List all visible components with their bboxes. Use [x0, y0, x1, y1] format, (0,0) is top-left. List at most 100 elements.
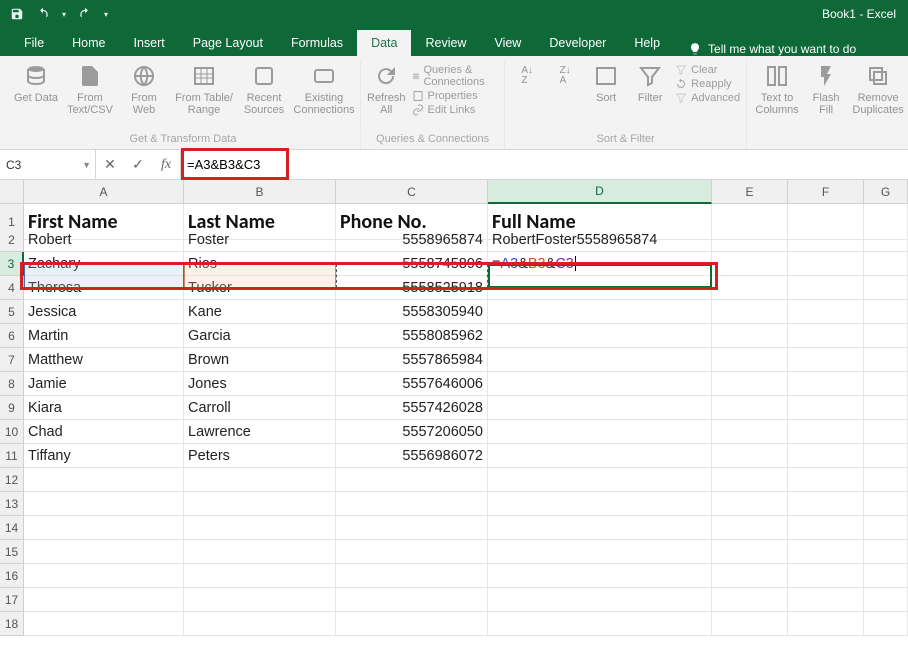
cell-e5[interactable]	[712, 300, 788, 324]
cell-d8[interactable]	[488, 372, 712, 396]
cell-a10[interactable]: Chad	[24, 420, 184, 444]
row-header-4[interactable]: 4	[0, 276, 24, 300]
row-header-14[interactable]: 14	[0, 516, 24, 540]
cell-c9[interactable]: 5557426028	[336, 396, 488, 420]
cell-g15[interactable]	[864, 540, 908, 564]
cell-d5[interactable]	[488, 300, 712, 324]
cell-a7[interactable]: Matthew	[24, 348, 184, 372]
cell-g16[interactable]	[864, 564, 908, 588]
cell-a3[interactable]: Zachary	[24, 252, 184, 276]
cell-a4[interactable]: Theresa	[24, 276, 184, 300]
enter-formula-button[interactable]: ✓	[124, 150, 152, 179]
formula-bar-input[interactable]	[187, 157, 902, 172]
cell-g14[interactable]	[864, 516, 908, 540]
cell-b9[interactable]: Carroll	[184, 396, 336, 420]
tab-insert[interactable]: Insert	[120, 30, 179, 56]
tab-page-layout[interactable]: Page Layout	[179, 30, 277, 56]
recent-sources-button[interactable]: Recent Sources	[240, 62, 288, 116]
qat-more[interactable]: ▾	[100, 3, 112, 25]
cell-c2[interactable]: 5558965874	[336, 228, 488, 252]
cell-g13[interactable]	[864, 492, 908, 516]
cell-d11[interactable]	[488, 444, 712, 468]
cell-f13[interactable]	[788, 492, 864, 516]
cell-c3[interactable]: 5558745896	[336, 252, 488, 276]
cell-e17[interactable]	[712, 588, 788, 612]
cell-c8[interactable]: 5557646006	[336, 372, 488, 396]
tab-review[interactable]: Review	[411, 30, 480, 56]
cell-d14[interactable]	[488, 516, 712, 540]
cell-e10[interactable]	[712, 420, 788, 444]
cell-c17[interactable]	[336, 588, 488, 612]
cell-f3[interactable]	[788, 252, 864, 276]
cell-b13[interactable]	[184, 492, 336, 516]
tab-data[interactable]: Data	[357, 30, 411, 56]
cell-d12[interactable]	[488, 468, 712, 492]
cell-f11[interactable]	[788, 444, 864, 468]
cell-g3[interactable]	[864, 252, 908, 276]
cell-e12[interactable]	[712, 468, 788, 492]
cell-c18[interactable]	[336, 612, 488, 636]
col-header-g[interactable]: G	[864, 180, 908, 204]
row-header-9[interactable]: 9	[0, 396, 24, 420]
cell-d7[interactable]	[488, 348, 712, 372]
cell-g12[interactable]	[864, 468, 908, 492]
insert-function-button[interactable]: fx	[152, 150, 180, 179]
col-header-f[interactable]: F	[788, 180, 864, 204]
cell-f4[interactable]	[788, 276, 864, 300]
cell-f2[interactable]	[788, 228, 864, 252]
row-header-17[interactable]: 17	[0, 588, 24, 612]
properties-button[interactable]: Properties	[412, 90, 499, 102]
cell-c4[interactable]: 5558525918	[336, 276, 488, 300]
cell-g18[interactable]	[864, 612, 908, 636]
cell-b7[interactable]: Brown	[184, 348, 336, 372]
filter-button[interactable]: Filter	[631, 62, 669, 104]
row-header-10[interactable]: 10	[0, 420, 24, 444]
cell-d4[interactable]	[488, 276, 712, 300]
cell-d18[interactable]	[488, 612, 712, 636]
row-header-16[interactable]: 16	[0, 564, 24, 588]
cell-e11[interactable]	[712, 444, 788, 468]
col-header-e[interactable]: E	[712, 180, 788, 204]
cell-c10[interactable]: 5557206050	[336, 420, 488, 444]
cell-d2[interactable]: RobertFoster5558965874	[488, 228, 712, 252]
row-header-6[interactable]: 6	[0, 324, 24, 348]
cell-d15[interactable]	[488, 540, 712, 564]
cell-g7[interactable]	[864, 348, 908, 372]
cell-e2[interactable]	[712, 228, 788, 252]
worksheet-grid[interactable]: A B C D E F G 1 First Name Last Name Pho…	[0, 180, 908, 636]
cell-e3[interactable]	[712, 252, 788, 276]
cell-e6[interactable]	[712, 324, 788, 348]
cell-c5[interactable]: 5558305940	[336, 300, 488, 324]
cell-a6[interactable]: Martin	[24, 324, 184, 348]
cell-b2[interactable]: Foster	[184, 228, 336, 252]
cell-b3[interactable]: Rios	[184, 252, 336, 276]
row-header-2[interactable]: 2	[0, 228, 24, 252]
cell-a2[interactable]: Robert	[24, 228, 184, 252]
cell-e16[interactable]	[712, 564, 788, 588]
undo-dropdown[interactable]: ▾	[58, 3, 70, 25]
cell-b18[interactable]	[184, 612, 336, 636]
cell-b16[interactable]	[184, 564, 336, 588]
reapply-filter-button[interactable]: Reapply	[675, 78, 740, 90]
tell-me-search[interactable]: Tell me what you want to do	[688, 42, 856, 56]
cell-f14[interactable]	[788, 516, 864, 540]
row-header-3[interactable]: 3	[0, 252, 24, 276]
row-header-7[interactable]: 7	[0, 348, 24, 372]
cell-b8[interactable]: Jones	[184, 372, 336, 396]
from-table-range-button[interactable]: From Table/ Range	[174, 62, 234, 116]
cell-f7[interactable]	[788, 348, 864, 372]
cell-a17[interactable]	[24, 588, 184, 612]
cell-a11[interactable]: Tiffany	[24, 444, 184, 468]
get-data-button[interactable]: Get Data	[12, 62, 60, 104]
cell-g6[interactable]	[864, 324, 908, 348]
sort-za-button[interactable]: Z↓A	[549, 62, 581, 90]
cell-g10[interactable]	[864, 420, 908, 444]
cell-f9[interactable]	[788, 396, 864, 420]
cell-a15[interactable]	[24, 540, 184, 564]
cell-g8[interactable]	[864, 372, 908, 396]
tab-home[interactable]: Home	[58, 30, 119, 56]
cell-d6[interactable]	[488, 324, 712, 348]
cell-f10[interactable]	[788, 420, 864, 444]
cell-f16[interactable]	[788, 564, 864, 588]
sort-button[interactable]: Sort	[587, 62, 625, 104]
